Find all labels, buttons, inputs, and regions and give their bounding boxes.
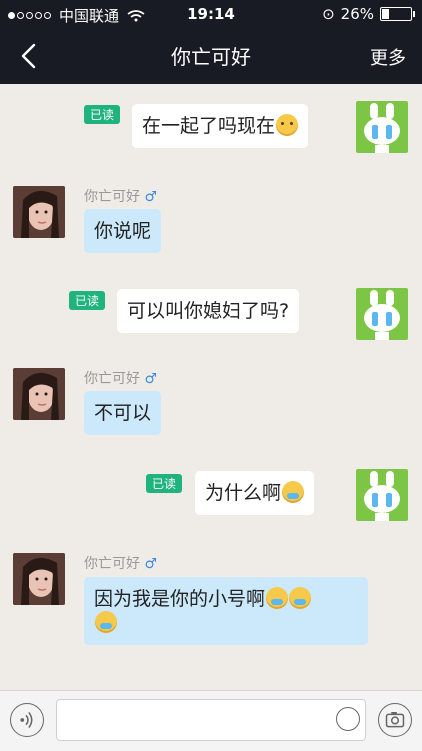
male-icon: ♂ xyxy=(144,556,158,572)
girl-avatar-icon xyxy=(13,186,65,238)
contact-avatar[interactable] xyxy=(13,553,65,605)
message-input[interactable] xyxy=(56,699,366,741)
read-badge: 已读 xyxy=(69,291,106,310)
message-bubble[interactable]: 因为我是你的小号啊 xyxy=(84,577,368,645)
shy-emoji-icon xyxy=(276,114,299,136)
chat-header: 你亡可好 更多 xyxy=(0,28,422,84)
input-bar xyxy=(0,690,422,751)
sender-name: 你亡可好 ♂ xyxy=(84,189,158,205)
girl-avatar-icon xyxy=(13,368,65,420)
my-avatar[interactable] xyxy=(356,288,408,340)
chat-title: 你亡可好 xyxy=(171,45,251,69)
message-bubble[interactable]: 你说呢 xyxy=(84,209,162,253)
message-text: 在一起了吗现在 xyxy=(142,115,276,137)
male-icon: ♂ xyxy=(144,371,158,387)
message-text: 不可以 xyxy=(94,402,152,424)
message-bubble[interactable]: 可以叫你媳妇了吗? xyxy=(117,289,300,333)
message-text: 为什么啊 xyxy=(205,482,282,504)
battery-percent: 26% xyxy=(340,5,374,23)
girl-avatar-icon xyxy=(13,553,65,605)
contact-avatar[interactable] xyxy=(13,368,65,420)
read-badge: 已读 xyxy=(146,474,183,493)
more-button[interactable]: 更多 xyxy=(370,44,406,70)
message-bubble[interactable]: 不可以 xyxy=(84,391,162,435)
crying-emoji-icon xyxy=(95,611,117,633)
status-bar: 中国联通 19:14 ⊙ 26% xyxy=(0,0,422,28)
my-avatar[interactable] xyxy=(356,101,408,153)
sender-name: 你亡可好 ♂ xyxy=(84,371,158,387)
rotation-lock-icon: ⊙ xyxy=(322,5,335,23)
message-bubble[interactable]: 为什么啊 xyxy=(195,471,315,515)
bunny-avatar-icon xyxy=(364,471,400,521)
my-avatar[interactable] xyxy=(356,469,408,521)
bunny-avatar-icon xyxy=(364,290,400,340)
message-text: 你说呢 xyxy=(94,220,152,242)
message-text: 因为我是你的小号啊 xyxy=(94,588,266,610)
crying-emoji-icon xyxy=(266,587,289,609)
battery-icon xyxy=(380,7,415,21)
voice-icon[interactable] xyxy=(10,703,44,737)
emoji-button-icon[interactable] xyxy=(336,707,360,731)
bunny-avatar-icon xyxy=(364,103,400,153)
crying-emoji-icon xyxy=(282,481,305,503)
male-icon: ♂ xyxy=(144,189,158,205)
sender-name: 你亡可好 ♂ xyxy=(84,556,158,572)
battery-info: ⊙ 26% xyxy=(322,5,415,23)
read-badge: 已读 xyxy=(84,105,121,124)
contact-avatar[interactable] xyxy=(13,186,65,238)
message-bubble[interactable]: 在一起了吗现在 xyxy=(132,104,309,148)
message-text: 可以叫你媳妇了吗? xyxy=(127,300,290,322)
crying-emoji-icon xyxy=(289,587,312,609)
camera-icon[interactable] xyxy=(378,703,412,737)
